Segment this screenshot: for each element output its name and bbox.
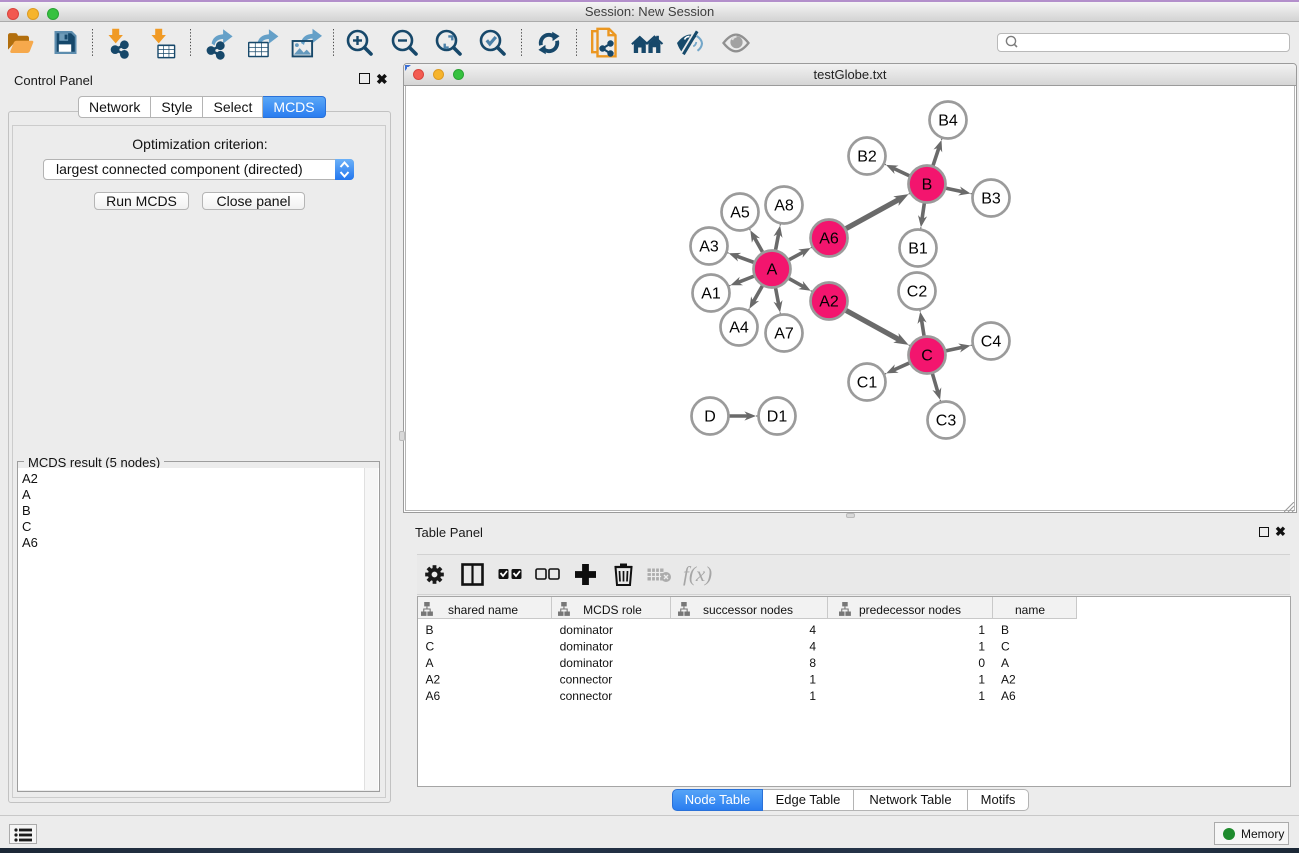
svg-text:dominator: dominator	[560, 656, 613, 670]
svg-text:B3: B3	[981, 191, 1001, 208]
svg-text:A6: A6	[426, 689, 441, 703]
svg-text:predecessor nodes: predecessor nodes	[859, 603, 961, 617]
svg-text:B: B	[1001, 623, 1009, 637]
svg-text:A7: A7	[774, 326, 794, 343]
svg-text:A4: A4	[729, 320, 749, 337]
svg-text:name: name	[1015, 603, 1045, 617]
svg-text:C: C	[921, 348, 933, 365]
svg-text:A2: A2	[1001, 673, 1016, 687]
svg-text:f(x): f(x)	[683, 562, 712, 586]
svg-text:A: A	[1001, 656, 1009, 670]
svg-text:B2: B2	[857, 149, 877, 166]
svg-text:1: 1	[978, 623, 985, 637]
svg-text:A3: A3	[699, 239, 719, 256]
svg-text:1: 1	[809, 673, 816, 687]
svg-text:C1: C1	[857, 375, 878, 392]
svg-text:C3: C3	[936, 413, 957, 430]
svg-text:A: A	[426, 656, 434, 670]
svg-text:A2: A2	[819, 294, 839, 311]
svg-text:4: 4	[809, 640, 816, 654]
svg-text:C2: C2	[907, 284, 928, 301]
svg-text:shared name: shared name	[448, 603, 518, 617]
svg-text:4: 4	[809, 623, 816, 637]
svg-text:A8: A8	[774, 198, 794, 215]
svg-text:A1: A1	[701, 286, 721, 303]
svg-text:connector: connector	[560, 689, 613, 703]
svg-text:C: C	[426, 640, 435, 654]
svg-text:1: 1	[978, 640, 985, 654]
svg-text:B: B	[426, 623, 434, 637]
svg-text:A6: A6	[1001, 689, 1016, 703]
svg-text:1: 1	[978, 673, 985, 687]
svg-text:C4: C4	[981, 334, 1002, 351]
svg-text:D1: D1	[767, 409, 788, 426]
svg-text:B: B	[922, 177, 933, 194]
svg-text:D: D	[704, 409, 716, 426]
svg-text:A5: A5	[730, 205, 750, 222]
svg-text:successor nodes: successor nodes	[703, 603, 793, 617]
svg-text:8: 8	[809, 656, 816, 670]
svg-text:0: 0	[978, 656, 985, 670]
svg-text:C: C	[1001, 640, 1010, 654]
svg-text:1: 1	[978, 689, 985, 703]
svg-text:A6: A6	[819, 231, 839, 248]
svg-text:connector: connector	[560, 673, 613, 687]
svg-text:dominator: dominator	[560, 640, 613, 654]
svg-text:1: 1	[809, 689, 816, 703]
svg-text:MCDS role: MCDS role	[583, 603, 642, 617]
svg-text:B4: B4	[938, 113, 958, 130]
svg-text:A: A	[767, 262, 778, 279]
svg-text:dominator: dominator	[560, 623, 613, 637]
svg-text:A2: A2	[426, 673, 441, 687]
svg-text:B1: B1	[908, 241, 928, 258]
